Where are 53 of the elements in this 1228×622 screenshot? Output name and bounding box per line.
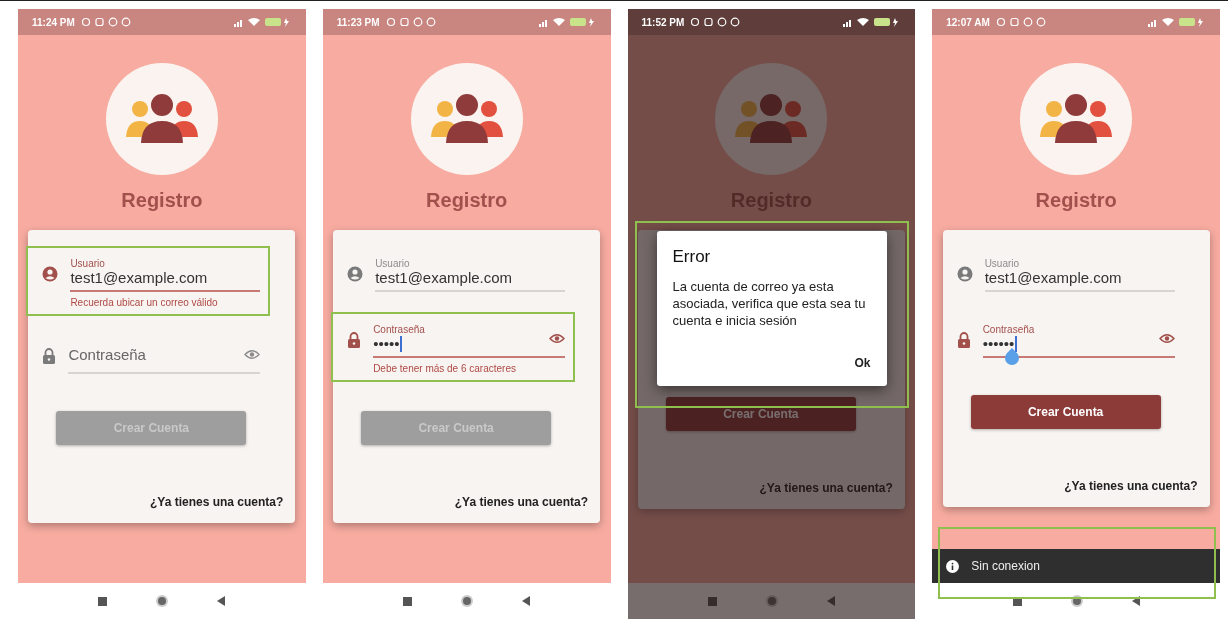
notification-icons-drawing [995, 17, 1048, 27]
error-message: Debe tener más de 6 caracteres [373, 363, 517, 374]
people-group-icon [124, 93, 199, 145]
back-icon[interactable] [217, 596, 226, 606]
signal-battery-drawing [233, 17, 292, 27]
recents-icon[interactable] [1012, 596, 1022, 606]
notification-icons-drawing [385, 17, 438, 27]
email-field[interactable]: Usuario test1@example.com [70, 254, 261, 292]
recents-icon[interactable] [98, 596, 108, 606]
lock-icon [347, 332, 362, 348]
eye-icon[interactable] [1158, 332, 1175, 344]
people-group-icon [734, 93, 809, 145]
back-icon[interactable] [1131, 596, 1140, 606]
ok-button[interactable]: Ok [854, 353, 871, 372]
home-icon[interactable] [155, 594, 170, 608]
home-icon[interactable] [460, 594, 475, 608]
email-field[interactable]: Usuario test1@example.com [984, 254, 1175, 292]
account-circle-icon [42, 266, 59, 282]
screen-title: Registro [426, 189, 508, 212]
recents-icon[interactable] [403, 596, 413, 606]
login-link[interactable]: ¿Ya tienes una cuenta? [1064, 479, 1198, 493]
lock-icon [956, 332, 971, 348]
email-field[interactable]: Usuario test1@example.com [375, 254, 566, 292]
eye-icon[interactable] [244, 348, 261, 360]
signal-battery-drawing [1148, 17, 1206, 27]
eye-icon[interactable] [549, 332, 566, 344]
back-icon[interactable] [522, 596, 531, 606]
people-group-icon [429, 93, 504, 145]
login-link[interactable]: ¿Ya tienes una cuenta? [150, 495, 284, 509]
lock-icon [42, 348, 57, 364]
create-account-button[interactable]: Crear Cuenta [970, 395, 1161, 429]
signal-battery-drawing [538, 17, 597, 27]
status-time: 11:24 PM [32, 16, 75, 28]
snackbar-message: Sin conexion [971, 559, 1040, 573]
status-time: 12:07 AM [946, 16, 990, 28]
password-input[interactable]: Contraseña [68, 345, 209, 363]
password-field[interactable]: Contraseña ••••• [373, 320, 566, 358]
home-icon[interactable] [764, 594, 779, 608]
error-message: Recuerda ubicar un correo válido [70, 297, 219, 308]
account-circle-icon [347, 266, 364, 282]
dialog-title: Error [672, 247, 712, 267]
status-time: 11:52 PM [641, 16, 685, 28]
dialog-message: La cuenta de correo ya esta asociada, verifica que esta sea tu cuenta e inicia sesión [672, 279, 867, 330]
screen-title: Registro [1035, 189, 1117, 212]
password-field[interactable]: Contraseña [68, 336, 261, 374]
account-circle-icon [956, 266, 973, 282]
status-time: 11:23 PM [336, 16, 380, 28]
home-icon[interactable] [1069, 594, 1084, 608]
screen-title: Registro [121, 189, 203, 212]
notification-icons-drawing [80, 17, 133, 27]
info-icon [946, 559, 960, 573]
login-link[interactable]: ¿Ya tienes una cuenta? [454, 495, 589, 509]
people-group-icon [1039, 93, 1114, 145]
